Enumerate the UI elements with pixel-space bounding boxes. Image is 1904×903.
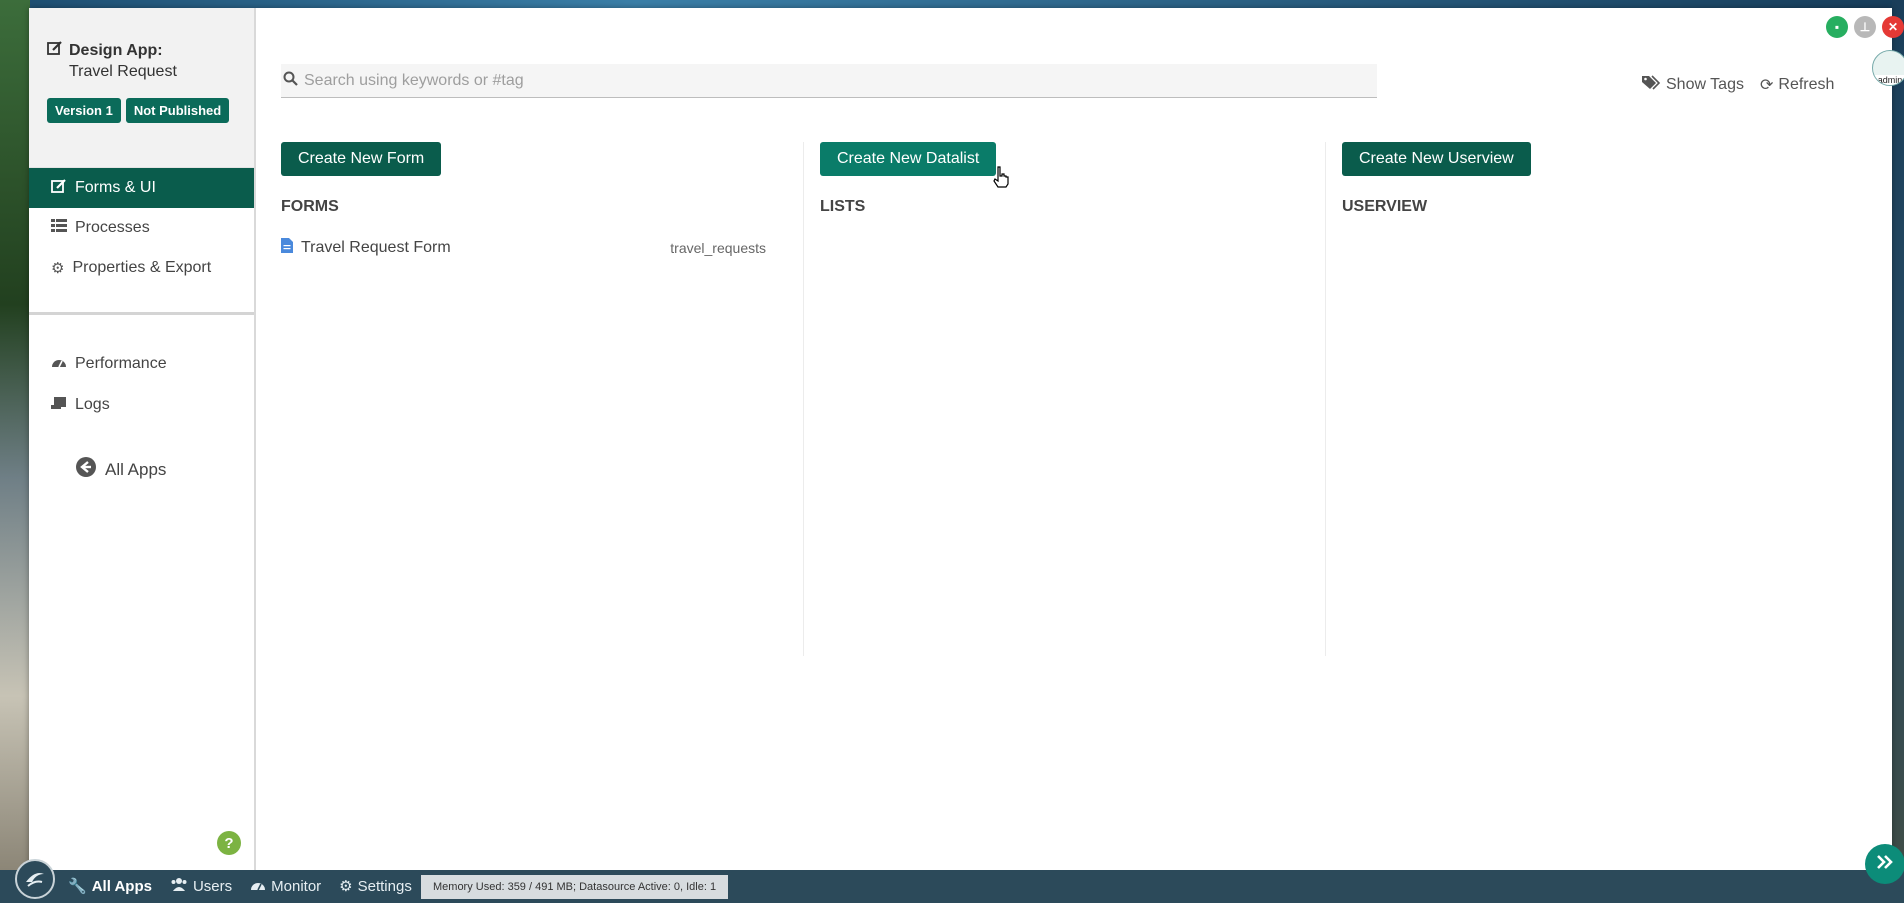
version-badge[interactable]: Version 1 [47,98,121,123]
search-input[interactable] [304,71,1364,90]
edit-icon [47,40,63,61]
sidebar-item-label: Logs [75,396,110,413]
taskbar: 🔧 All Apps Users Monitor ⚙ Settings Memo… [0,844,1904,903]
taskbar-item-label: Settings [357,877,412,895]
forms-section-title: FORMS [281,198,339,215]
wrench-icon: 🔧 [68,878,87,895]
scroll-icon [51,396,67,415]
form-table-name: travel_requests [670,240,766,256]
desktop-background-right [1892,0,1904,870]
sidebar: Design App: Travel Request Version 1 Not… [29,8,256,870]
top-actions: Show Tags ⟳ Refresh [1641,74,1834,95]
dashboard-icon [51,355,67,374]
gears-icon: ⚙ [339,878,353,895]
list-item[interactable]: Travel Request Form travel_requests [281,238,766,258]
publish-status-badge[interactable]: Not Published [125,98,230,123]
help-icon[interactable]: ? [217,831,241,855]
expand-button[interactable] [1865,844,1904,884]
taskbar-item-all-apps[interactable]: 🔧 All Apps [68,877,152,896]
badge-group: Version 1 Not Published [47,98,230,123]
sidebar-item-logs[interactable]: Logs [29,385,254,425]
logo-icon[interactable] [15,859,55,899]
design-app-title: Design App: [47,40,163,61]
close-button[interactable]: ✕ [1882,16,1904,38]
memory-status: Memory Used: 359 / 491 MB; Datasource Ac… [421,875,729,899]
dashboard-icon [250,878,266,895]
tags-icon [1641,74,1661,95]
document-icon [281,238,293,258]
sidebar-item-label: Performance [75,355,167,372]
design-app-label: Design App: [69,41,163,59]
desktop-background-left [0,0,30,870]
users-icon [170,877,188,895]
forms-column: Create New Form FORMS Travel Request For… [281,142,766,656]
sidebar-item-label: Processes [75,219,150,236]
taskbar-item-label: All Apps [91,877,152,895]
taskbar-item-label: Users [192,877,233,895]
show-tags-label: Show Tags [1666,75,1744,93]
create-new-userview-button[interactable]: Create New Userview [1342,142,1531,176]
refresh-label: Refresh [1778,75,1835,93]
gear-icon: ⚙ [51,260,65,277]
refresh-icon: ⟳ [1759,76,1774,94]
all-apps-label: All Apps [105,459,167,479]
refresh-button[interactable]: ⟳ Refresh [1760,74,1834,95]
avatar[interactable]: admin [1872,50,1904,86]
userview-section-title: USERVIEW [1342,198,1428,215]
taskbar-item-settings[interactable]: ⚙ Settings [339,877,412,896]
sidebar-item-label: Properties & Export [72,259,212,276]
sidebar-item-processes[interactable]: Processes [29,208,254,248]
sidebar-divider [29,312,254,315]
sidebar-item-performance[interactable]: Performance [29,344,254,384]
sidebar-header: Design App: Travel Request Version 1 Not… [29,8,254,168]
window-controls: ▪ ⊥ ✕ [1826,16,1904,38]
maximize-button[interactable]: ▪ [1826,16,1848,38]
create-new-datalist-button[interactable]: Create New Datalist [820,142,997,176]
show-tags-button[interactable]: Show Tags [1641,74,1744,95]
main-content: ▪ ⊥ ✕ Show Tags ⟳ Refresh admin [256,8,1904,870]
app-window: Design App: Travel Request Version 1 Not… [29,8,1904,870]
double-chevron-right-icon [1876,854,1894,874]
userview-column: Create New Userview USERVIEW [1325,142,1805,656]
taskbar-item-monitor[interactable]: Monitor [250,877,321,895]
lists-column: Create New Datalist LISTS [803,142,1283,656]
create-new-form-button[interactable]: Create New Form [281,142,442,176]
form-name: Travel Request Form [281,238,451,258]
hand-cursor-icon [992,166,1010,193]
form-name-label: Travel Request Form [301,239,451,256]
app-name: Travel Request [69,63,177,80]
sidebar-item-label: Forms & UI [75,179,156,196]
desktop-background-top [0,0,1904,8]
lists-section-title: LISTS [820,198,866,215]
taskbar-menu: 🔧 All Apps Users Monitor ⚙ Settings [68,877,412,896]
edit-icon [51,178,67,199]
sidebar-item-properties-export[interactable]: ⚙ Properties & Export [29,248,254,288]
list-icon [51,218,67,238]
search-bar [281,64,1377,98]
taskbar-item-label: Monitor [271,877,322,895]
arrow-circle-left-icon [75,456,97,483]
taskbar-item-users[interactable]: Users [170,877,232,895]
sidebar-item-forms-ui[interactable]: Forms & UI [29,168,254,208]
pin-button[interactable]: ⊥ [1854,16,1876,38]
all-apps-link[interactable]: All Apps [75,456,166,483]
search-icon [283,71,298,91]
